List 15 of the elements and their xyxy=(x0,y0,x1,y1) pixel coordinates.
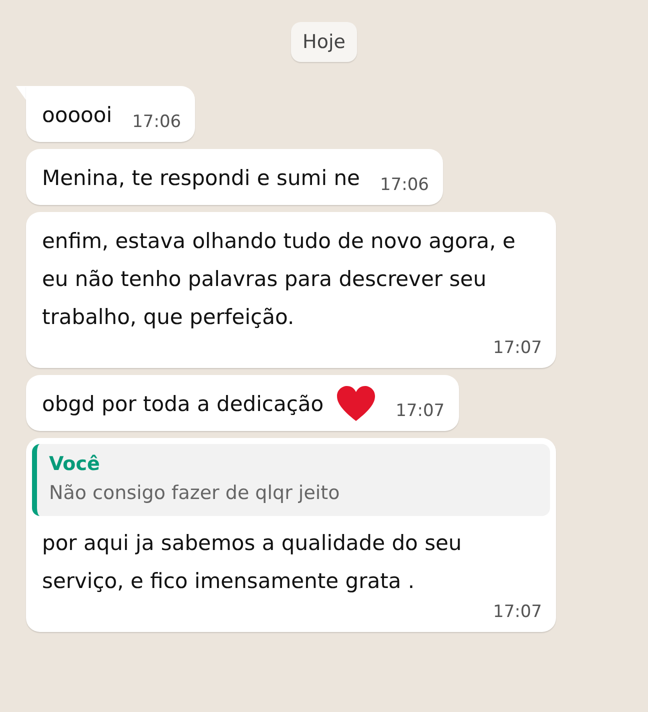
message-time: 17:07 xyxy=(394,400,445,423)
quoted-message[interactable]: Você Não consigo fazer de qlqr jeito xyxy=(32,444,550,516)
message-time: 17:06 xyxy=(378,174,429,197)
message-text: oooooi xyxy=(42,102,112,129)
quote-author: Você xyxy=(49,452,101,477)
message-text: obgd por toda a dedicação xyxy=(42,391,324,418)
message-time: 17:06 xyxy=(131,111,182,134)
quote-text: Não consigo fazer de qlqr jeito xyxy=(49,481,341,506)
message-time: 17:07 xyxy=(492,601,542,624)
message-text: enfim, estava olhando tudo de novo agora, e eu não tenho palavras para descrever seu trabalho, que perfeição. xyxy=(42,228,516,331)
message-time: 17:07 xyxy=(492,337,542,360)
date-chip: Hoje xyxy=(290,22,358,62)
message-text: Menina, te respondi e sumi ne xyxy=(42,165,360,192)
heart-icon xyxy=(336,385,376,423)
message-text: por aqui ja sabemos a qualidade do seu serviço, e fico imensamente grata . xyxy=(42,530,463,595)
